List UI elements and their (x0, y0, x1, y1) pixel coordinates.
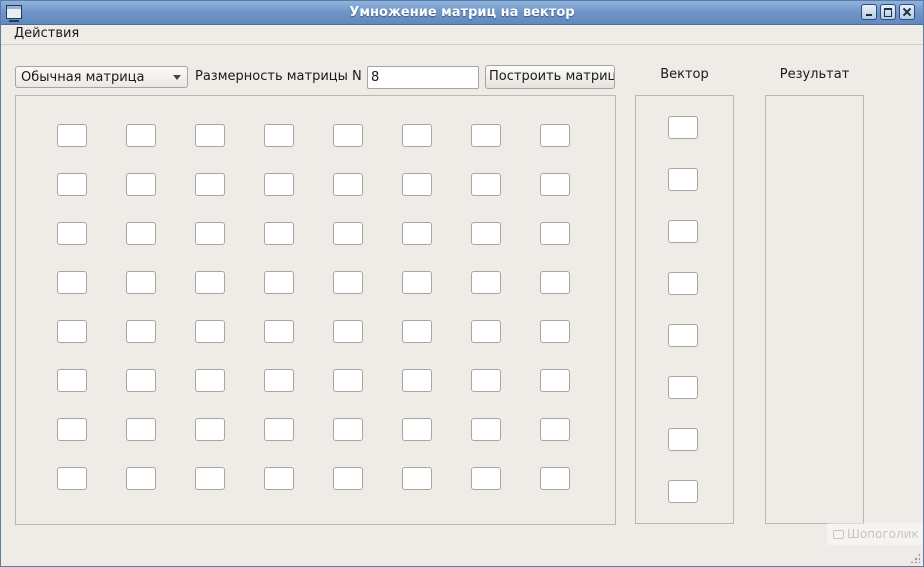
matrix-cell[interactable] (126, 369, 156, 392)
minimize-icon[interactable] (861, 4, 877, 20)
matrix-cell[interactable] (57, 222, 87, 245)
title-bar[interactable]: Умножение матриц на вектор (1, 1, 923, 25)
matrix-cell[interactable] (402, 271, 432, 294)
matrix-cell[interactable] (471, 124, 501, 147)
vector-heading: Вектор (660, 67, 709, 82)
matrix-cell[interactable] (264, 418, 294, 441)
matrix-cell[interactable] (57, 418, 87, 441)
camera-icon (833, 530, 844, 539)
vector-cell[interactable] (668, 480, 698, 503)
maximize-icon[interactable] (880, 4, 896, 20)
matrix-cell[interactable] (333, 418, 363, 441)
matrix-cell[interactable] (540, 124, 570, 147)
matrix-size-input[interactable]: 8 (367, 66, 479, 89)
matrix-cell[interactable] (126, 173, 156, 196)
resize-grip[interactable] (910, 553, 920, 563)
matrix-cell[interactable] (471, 271, 501, 294)
result-heading: Результат (779, 67, 850, 82)
matrix-cell[interactable] (471, 222, 501, 245)
build-matrix-button[interactable]: Построить матрицу (485, 65, 615, 89)
vector-cell[interactable] (668, 116, 698, 139)
matrix-cell[interactable] (402, 467, 432, 490)
matrix-cell[interactable] (195, 124, 225, 147)
matrix-cell[interactable] (540, 320, 570, 343)
matrix-cell[interactable] (540, 467, 570, 490)
matrix-cell[interactable] (57, 320, 87, 343)
chevron-down-icon (173, 75, 181, 80)
vector-panel (635, 95, 734, 524)
matrix-cell[interactable] (540, 271, 570, 294)
matrix-cell[interactable] (264, 320, 294, 343)
vector-cell[interactable] (668, 168, 698, 191)
close-icon[interactable] (899, 4, 915, 20)
vector-cell[interactable] (668, 324, 698, 347)
matrix-cell[interactable] (126, 320, 156, 343)
matrix-panel (15, 95, 616, 525)
matrix-cell[interactable] (333, 173, 363, 196)
matrix-cell[interactable] (126, 124, 156, 147)
matrix-cell[interactable] (264, 467, 294, 490)
matrix-cell[interactable] (540, 369, 570, 392)
matrix-cell[interactable] (540, 418, 570, 441)
matrix-cell[interactable] (264, 271, 294, 294)
matrix-cell[interactable] (540, 222, 570, 245)
matrix-cell[interactable] (333, 369, 363, 392)
vector-cell[interactable] (668, 220, 698, 243)
matrix-type-select[interactable]: Обычная матрица (15, 66, 188, 88)
matrix-cell[interactable] (333, 124, 363, 147)
matrix-cell[interactable] (57, 467, 87, 490)
matrix-cell[interactable] (402, 173, 432, 196)
matrix-cell[interactable] (57, 271, 87, 294)
matrix-cell[interactable] (264, 173, 294, 196)
menu-actions[interactable]: Действия (14, 26, 79, 41)
matrix-cell[interactable] (195, 369, 225, 392)
matrix-cell[interactable] (471, 320, 501, 343)
vector-cell[interactable] (668, 428, 698, 451)
menu-actions-mnemonic: Д (14, 26, 25, 41)
matrix-cell[interactable] (540, 173, 570, 196)
matrix-cell[interactable] (195, 418, 225, 441)
app-window: Умножение матриц на вектор Действия Обыч… (0, 0, 924, 567)
matrix-cell[interactable] (264, 124, 294, 147)
matrix-cell[interactable] (195, 320, 225, 343)
matrix-cell[interactable] (57, 173, 87, 196)
window-title: Умножение матриц на вектор (349, 5, 575, 20)
matrix-cell[interactable] (333, 222, 363, 245)
matrix-cell[interactable] (402, 124, 432, 147)
matrix-cell[interactable] (195, 271, 225, 294)
matrix-cell[interactable] (264, 369, 294, 392)
matrix-cell[interactable] (402, 320, 432, 343)
matrix-cell[interactable] (471, 418, 501, 441)
matrix-cell[interactable] (126, 271, 156, 294)
matrix-cell[interactable] (471, 467, 501, 490)
watermark: Шопоголик (827, 523, 923, 545)
matrix-cell[interactable] (333, 271, 363, 294)
matrix-cell[interactable] (195, 222, 225, 245)
matrix-cell[interactable] (126, 467, 156, 490)
matrix-cell[interactable] (126, 222, 156, 245)
matrix-cell[interactable] (471, 173, 501, 196)
matrix-size-label: Размерность матрицы N = (195, 69, 377, 84)
menu-actions-label: ействия (24, 26, 80, 41)
vector-cell[interactable] (668, 376, 698, 399)
matrix-cell[interactable] (402, 369, 432, 392)
matrix-cell[interactable] (264, 222, 294, 245)
matrix-cell[interactable] (402, 222, 432, 245)
matrix-cell[interactable] (57, 124, 87, 147)
watermark-text: Шопоголик (847, 527, 919, 541)
vector-cell[interactable] (668, 272, 698, 295)
matrix-cell[interactable] (57, 369, 87, 392)
matrix-cell[interactable] (402, 418, 432, 441)
result-panel (765, 95, 864, 524)
matrix-type-value: Обычная матрица (21, 70, 145, 85)
menu-bar: Действия (1, 24, 923, 45)
matrix-cell[interactable] (471, 369, 501, 392)
matrix-cell[interactable] (195, 173, 225, 196)
matrix-cell[interactable] (333, 320, 363, 343)
matrix-cell[interactable] (333, 467, 363, 490)
matrix-cell[interactable] (126, 418, 156, 441)
matrix-cell[interactable] (195, 467, 225, 490)
